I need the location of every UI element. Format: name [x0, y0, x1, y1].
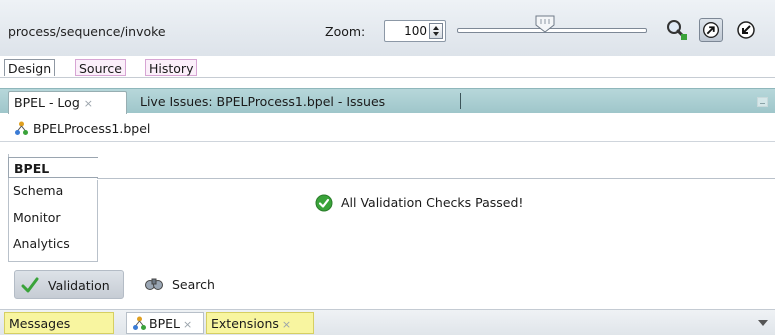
spinner-down-icon[interactable] [433, 32, 439, 36]
search-button[interactable]: Search [144, 277, 215, 292]
validation-button[interactable]: Validation [14, 270, 124, 299]
file-name: BPELProcess1.bpel [33, 121, 151, 136]
checkmark-icon [21, 277, 39, 293]
minimize-icon[interactable] [757, 97, 768, 107]
divider [97, 178, 775, 179]
check-circle-icon [315, 194, 333, 212]
category-border [8, 261, 98, 262]
tab-extensions[interactable]: Extensions × [206, 312, 314, 334]
editor-toolbar: process/sequence/invoke Zoom: [0, 0, 775, 56]
tab-separator [460, 93, 461, 109]
file-header: BPELProcess1.bpel [0, 114, 775, 142]
category-monitor[interactable]: Monitor [8, 207, 98, 228]
close-icon[interactable]: × [183, 318, 192, 331]
tab-source[interactable]: Source [75, 59, 126, 76]
tab-design[interactable]: Design [4, 59, 56, 76]
tab-bpel[interactable]: BPEL × [126, 312, 204, 334]
pan-icon[interactable] [699, 18, 723, 42]
binoculars-icon [145, 278, 163, 290]
zoom-label: Zoom: [325, 24, 366, 39]
category-list: BPEL Schema Monitor Analytics [8, 154, 98, 261]
spinner-up-icon[interactable] [433, 26, 439, 30]
zoom-slider-thumb[interactable] [534, 15, 556, 33]
log-toolbar: Validation Search [0, 266, 775, 303]
tab-bpel-log[interactable]: BPEL - Log × [8, 91, 127, 114]
tab-extensions-label: Extensions [211, 316, 279, 331]
category-schema[interactable]: Schema [8, 180, 98, 201]
chevron-down-icon[interactable] [758, 320, 768, 326]
log-panel-tab-strip: BPEL - Log × Live Issues: BPELProcess1.bp… [0, 88, 775, 114]
category-bpel[interactable]: BPEL [8, 157, 98, 178]
bpel-process-icon [133, 316, 146, 330]
zoom-to-fit-icon[interactable] [664, 18, 688, 42]
close-icon[interactable]: × [84, 97, 93, 110]
bottom-tab-strip: Messages BPEL × Extensions × [0, 309, 775, 335]
bpel-process-icon [15, 121, 28, 135]
tab-messages[interactable]: Messages [4, 312, 114, 334]
close-icon[interactable]: × [282, 318, 291, 331]
zoom-input[interactable] [387, 23, 427, 39]
collapse-icon[interactable] [734, 18, 758, 42]
editor-view-tabs: Design Source History [0, 56, 775, 78]
tab-live-issues[interactable]: Live Issues: BPELProcess1.bpel - Issues [140, 93, 385, 110]
validation-label: Validation [48, 278, 110, 293]
zoom-stepper[interactable] [384, 20, 446, 42]
tab-bpel-log-label: BPEL - Log [14, 95, 80, 110]
breadcrumb-path: process/sequence/invoke [8, 24, 166, 39]
zoom-spinner[interactable] [429, 23, 443, 39]
tab-history[interactable]: History [145, 59, 198, 76]
validation-status: All Validation Checks Passed! [315, 194, 524, 212]
category-analytics[interactable]: Analytics [8, 233, 98, 254]
tab-bpel-label: BPEL [149, 316, 180, 331]
status-message: All Validation Checks Passed! [341, 195, 524, 210]
